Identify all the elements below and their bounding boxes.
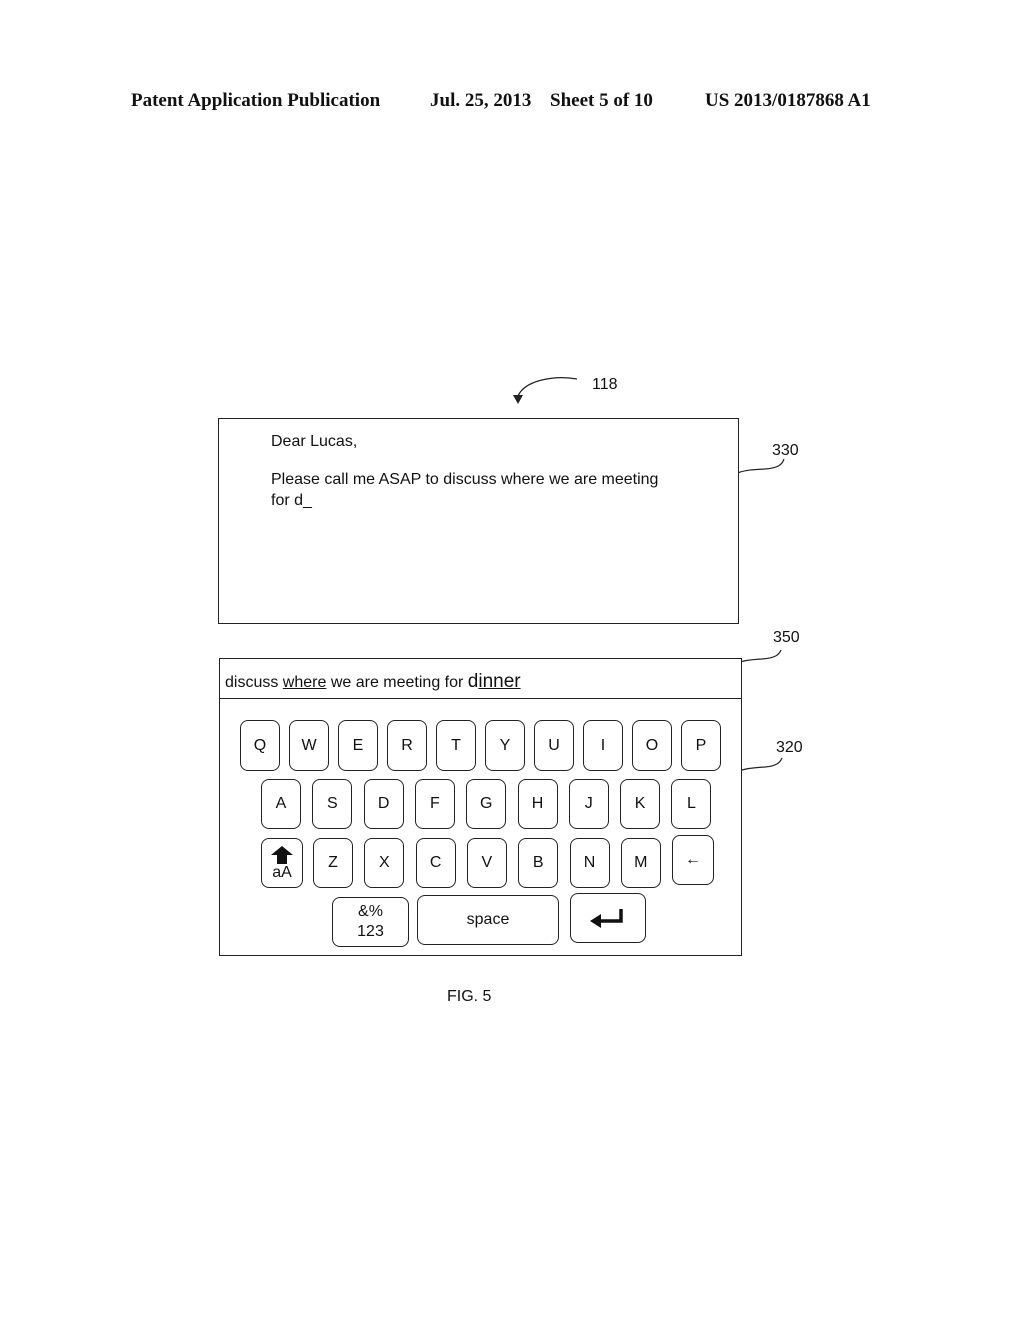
- ref-label-350: 350: [773, 629, 800, 646]
- publication-number: US 2013/0187868 A1: [705, 90, 871, 111]
- suggestion-word-corrected[interactable]: where: [283, 674, 327, 691]
- key-m[interactable]: M: [620, 838, 661, 888]
- key-c[interactable]: C: [415, 838, 456, 888]
- message-greeting: Dear Lucas,: [271, 433, 358, 450]
- symbols-label-top: &%: [358, 903, 383, 920]
- key-t[interactable]: T: [436, 720, 476, 771]
- key-v[interactable]: V: [466, 838, 507, 888]
- key-x[interactable]: X: [364, 838, 405, 888]
- message-text-area[interactable]: Dear Lucas, Please call me ASAP to discu…: [218, 418, 739, 624]
- key-z[interactable]: Z: [313, 838, 353, 888]
- key-u[interactable]: U: [534, 720, 574, 771]
- key-o[interactable]: O: [632, 720, 672, 771]
- key-p[interactable]: P: [681, 720, 721, 771]
- ref-label-118: 118: [592, 376, 618, 393]
- shift-arrow-icon: [271, 846, 293, 864]
- key-e[interactable]: E: [338, 720, 378, 771]
- backspace-key[interactable]: ←: [672, 835, 714, 885]
- suggestion-typed-prefix: d: [467, 671, 479, 692]
- suggestion-word-plain: discuss: [225, 674, 283, 691]
- publication-date: Jul. 25, 2013: [430, 90, 532, 111]
- suggestion-completion[interactable]: inner: [478, 671, 520, 692]
- key-q[interactable]: Q: [240, 720, 280, 771]
- key-s[interactable]: S: [312, 779, 353, 829]
- message-body-line2: for d_: [271, 492, 312, 509]
- enter-arrow-icon: [590, 909, 623, 928]
- enter-key[interactable]: [570, 893, 646, 943]
- key-i[interactable]: I: [583, 720, 623, 771]
- sheet-number: Sheet 5 of 10: [550, 90, 653, 111]
- suggestion-word-plain-2: we are meeting for: [326, 674, 468, 691]
- suggestion-text: discuss where we are meeting for dinner: [225, 671, 521, 693]
- ref-label-330: 330: [772, 442, 799, 459]
- figure-caption: FIG. 5: [447, 988, 492, 1005]
- key-n[interactable]: N: [569, 838, 610, 888]
- symbols-key[interactable]: &% 123: [332, 897, 409, 947]
- backspace-arrow-icon: ←: [685, 851, 701, 868]
- virtual-keyboard: discuss where we are meeting for dinner …: [219, 658, 742, 956]
- shift-key[interactable]: aA: [261, 838, 303, 888]
- key-a[interactable]: A: [261, 779, 301, 829]
- device-arrow: [517, 377, 578, 397]
- key-h[interactable]: H: [517, 779, 558, 829]
- key-j[interactable]: J: [568, 779, 609, 829]
- key-k[interactable]: K: [620, 779, 661, 829]
- key-g[interactable]: G: [466, 779, 507, 829]
- key-f[interactable]: F: [414, 779, 455, 829]
- key-l[interactable]: L: [671, 779, 712, 829]
- ref-label-320: 320: [776, 739, 803, 756]
- key-r[interactable]: R: [387, 720, 427, 771]
- key-y[interactable]: Y: [485, 720, 525, 771]
- publication-type: Patent Application Publication: [131, 90, 381, 111]
- key-d[interactable]: D: [363, 779, 404, 829]
- key-w[interactable]: W: [289, 720, 329, 771]
- suggestion-bar[interactable]: discuss where we are meeting for dinner: [220, 659, 741, 699]
- shift-label: aA: [272, 864, 292, 881]
- device-arrowhead: [513, 395, 523, 404]
- key-b[interactable]: B: [518, 838, 559, 888]
- symbols-label-bottom: 123: [357, 923, 384, 940]
- space-key[interactable]: space: [417, 895, 559, 945]
- message-body-line1: Please call me ASAP to discuss where we …: [271, 471, 659, 488]
